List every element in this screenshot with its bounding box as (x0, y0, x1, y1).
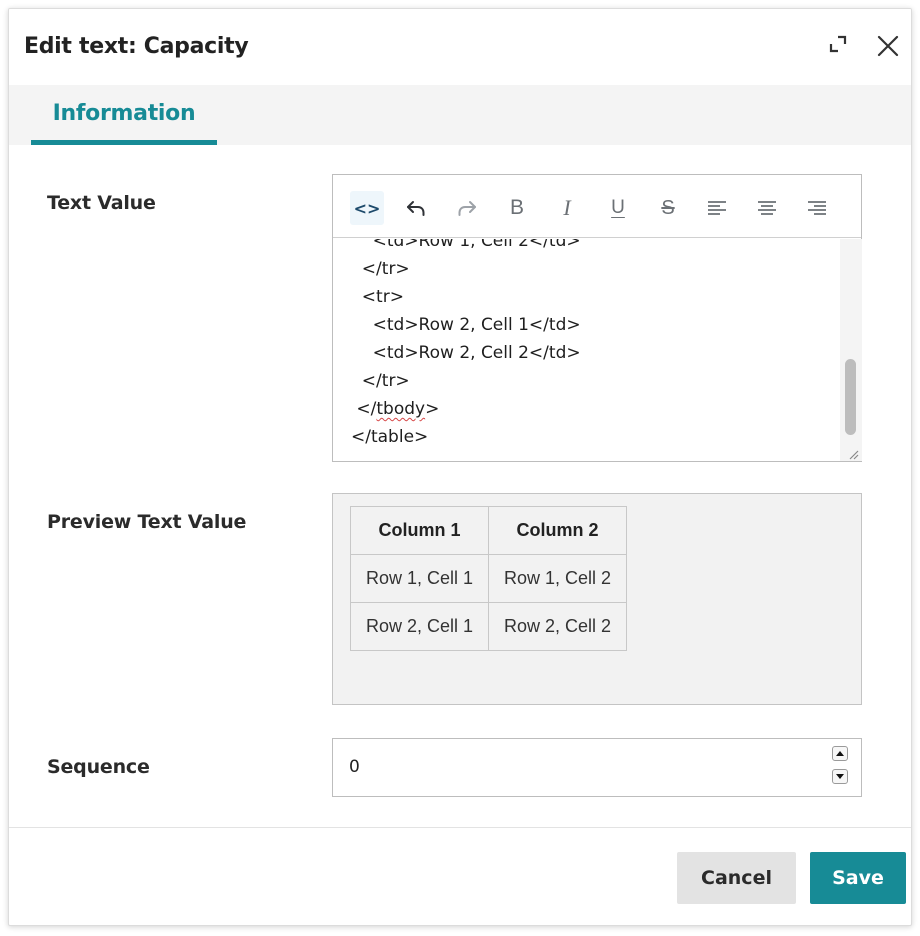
decrement-icon[interactable] (832, 769, 848, 784)
table-cell: Row 2, Cell 2 (488, 602, 627, 651)
underline-glyph: U (611, 197, 625, 218)
editor-toolbar: <> B I U S (333, 175, 861, 238)
code-line: <tr> (351, 287, 404, 307)
dialog-title: Edit text: Capacity (24, 34, 249, 59)
tab-information[interactable]: Information (31, 85, 217, 145)
table-header-cell: Column 1 (350, 506, 489, 555)
sequence-label: Sequence (47, 756, 150, 778)
strikethrough-icon[interactable]: S (651, 191, 685, 225)
code-line: <td>Row 1, Cell 2</td> (351, 239, 581, 251)
preview-text-value-label: Preview Text Value (47, 511, 247, 533)
code-line: </table> (351, 427, 429, 447)
editor-scrollbar-thumb[interactable] (845, 359, 856, 435)
active-tab-indicator (31, 140, 217, 145)
close-icon[interactable] (875, 33, 901, 59)
code-line: </tr> (351, 259, 410, 279)
align-center-icon[interactable] (750, 191, 784, 225)
code-line: <td>Row 2, Cell 2</td> (351, 343, 581, 363)
edit-text-dialog: Edit text: Capacity Information Text Val… (8, 8, 912, 926)
spellcheck-word: tbody (376, 399, 426, 419)
tab-bar: Information (9, 85, 911, 145)
expand-icon[interactable] (827, 33, 849, 55)
sequence-value: 0 (349, 757, 360, 777)
table-header-row: Column 1 Column 2 (350, 506, 627, 555)
footer-divider (9, 827, 911, 828)
table-row: Row 1, Cell 1 Row 1, Cell 2 (350, 554, 627, 603)
code-line: </tbody> (351, 399, 439, 419)
bold-icon[interactable]: B (500, 191, 534, 225)
rich-text-editor[interactable]: <> B I U S <td>Row 1, Cell 2</td> </tr> … (332, 174, 862, 462)
align-left-icon[interactable] (700, 191, 734, 225)
align-right-icon[interactable] (800, 191, 834, 225)
strikethrough-glyph: S (661, 196, 675, 219)
underline-icon[interactable]: U (601, 191, 635, 225)
table-cell: Row 1, Cell 1 (350, 554, 489, 603)
italic-icon[interactable]: I (550, 191, 584, 225)
save-button[interactable]: Save (810, 852, 906, 904)
table-header-cell: Column 2 (488, 506, 627, 555)
text-value-label: Text Value (47, 192, 156, 214)
increment-icon[interactable] (832, 746, 848, 761)
undo-icon[interactable] (399, 191, 433, 225)
italic-glyph: I (563, 195, 571, 220)
source-code-glyph: <> (353, 198, 381, 218)
table-row: Row 2, Cell 1 Row 2, Cell 2 (350, 602, 627, 651)
source-code-icon[interactable]: <> (350, 191, 384, 225)
resize-handle-icon[interactable] (844, 445, 860, 461)
preview-panel: Column 1 Column 2 Row 1, Cell 1 Row 1, C… (332, 493, 862, 705)
code-fragment: > (425, 399, 440, 419)
html-source-textarea[interactable]: <td>Row 1, Cell 2</td> </tr> <tr> <td>Ro… (333, 239, 844, 461)
bold-glyph: B (509, 196, 524, 219)
code-line: </tr> (351, 371, 410, 391)
tab-information-label: Information (52, 101, 196, 126)
code-line: <td>Row 2, Cell 1</td> (351, 315, 581, 335)
redo-icon[interactable] (450, 191, 484, 225)
table-cell: Row 2, Cell 1 (350, 602, 489, 651)
sequence-input[interactable]: 0 (332, 738, 862, 797)
table-cell: Row 1, Cell 2 (488, 554, 627, 603)
code-fragment: </ (351, 399, 377, 419)
dialog-header: Edit text: Capacity (9, 9, 911, 85)
preview-table: Column 1 Column 2 Row 1, Cell 1 Row 1, C… (350, 506, 627, 651)
cancel-button[interactable]: Cancel (677, 852, 796, 904)
